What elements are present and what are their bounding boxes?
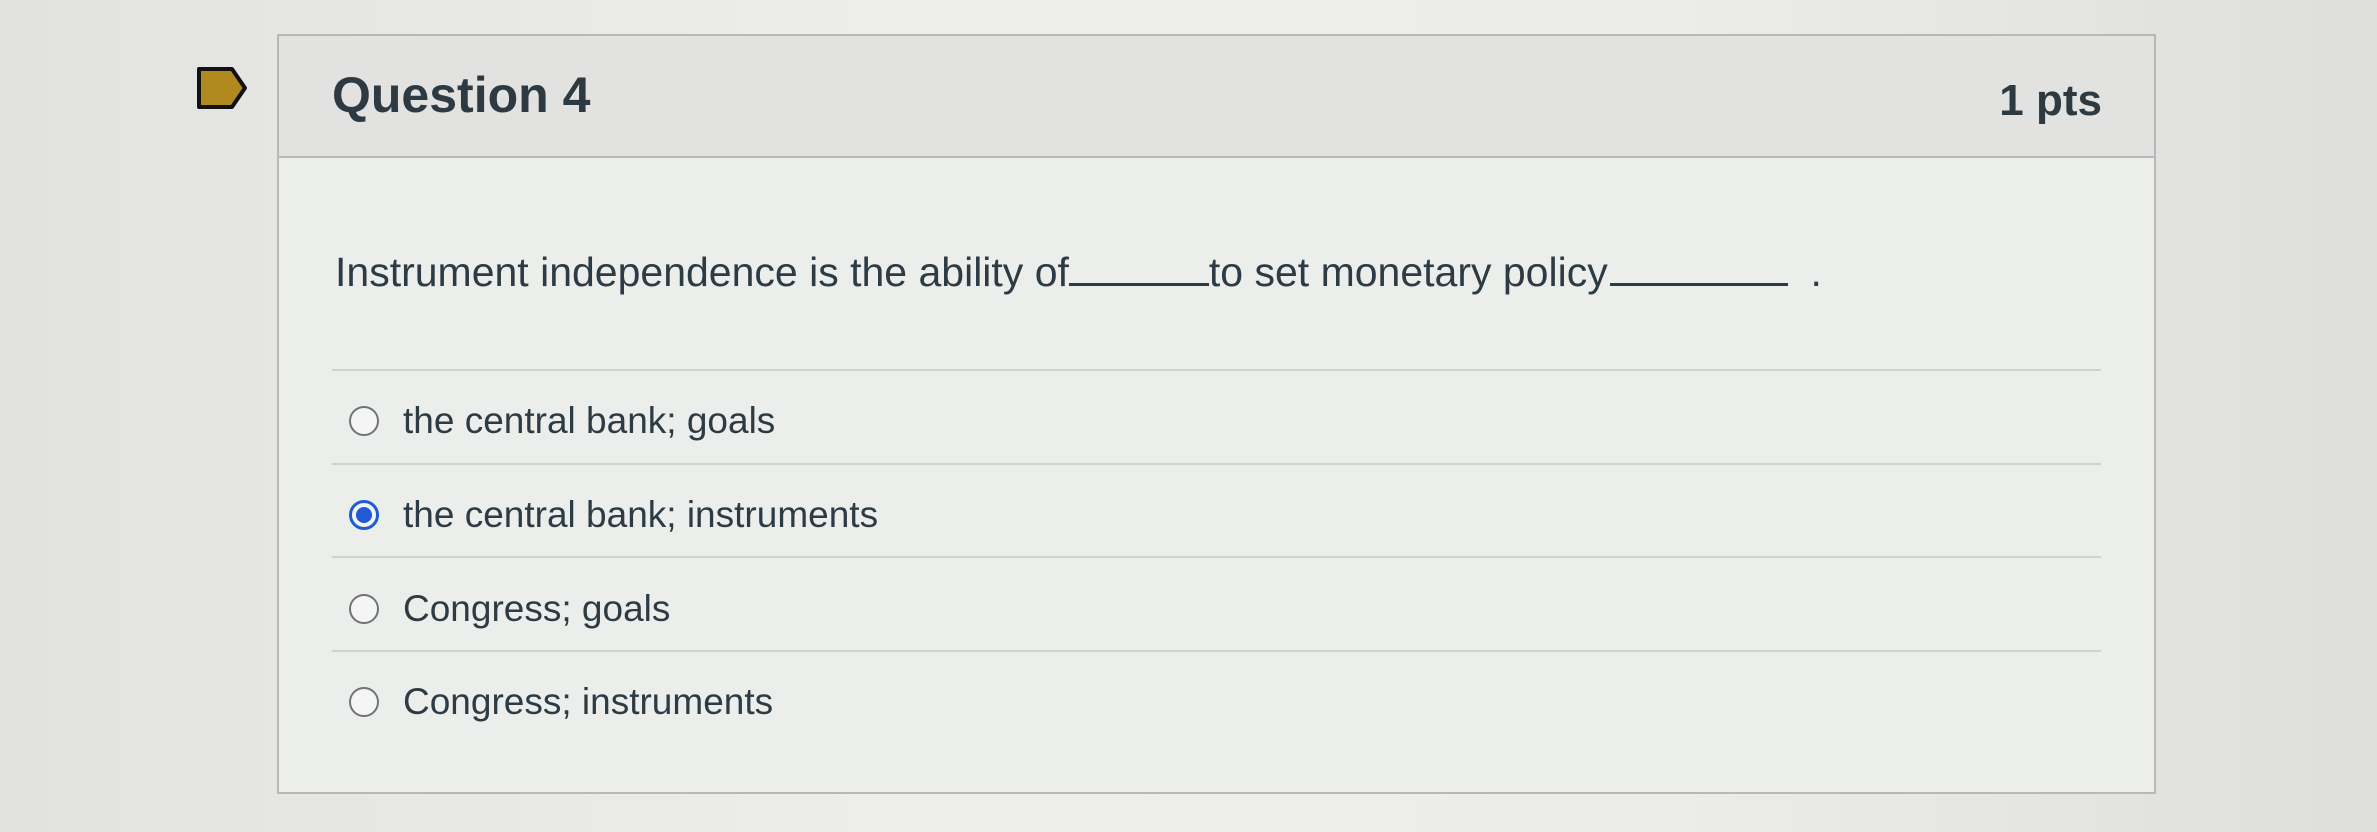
answer-option[interactable]: the central bank; goals (349, 391, 775, 451)
question-card: Question 4 1 pts Instrument independence… (277, 34, 2156, 794)
answer-label: Congress; instruments (403, 681, 774, 722)
answer-label: the central bank; instruments (403, 494, 879, 535)
answer-option[interactable]: Congress; instruments (349, 672, 773, 732)
question-text-part1: Instrument independence is the ability o… (335, 249, 1069, 295)
radio-button-selected[interactable] (349, 500, 379, 530)
question-text-end: . (1810, 249, 1822, 295)
answer-option-selected[interactable]: the central bank; instruments (349, 485, 878, 545)
question-text: Instrument independence is the ability o… (335, 249, 1822, 296)
blank-1 (1068, 277, 1209, 286)
blank-2 (1609, 277, 1788, 286)
answer-label: the central bank; goals (403, 400, 776, 441)
answer-divider (332, 556, 2101, 558)
answer-option[interactable]: Congress; goals (349, 579, 670, 639)
radio-button[interactable] (349, 406, 379, 436)
answer-divider (332, 650, 2101, 652)
question-points: 1 pts (1999, 76, 2102, 125)
question-divider (332, 369, 2101, 371)
radio-button[interactable] (349, 594, 379, 624)
question-text-part2: to set monetary policy (1208, 249, 1608, 295)
flag-question-icon[interactable] (196, 66, 248, 110)
question-header: Question 4 1 pts (279, 36, 2154, 158)
answer-divider (332, 463, 2101, 465)
radio-button[interactable] (349, 687, 379, 717)
question-title: Question 4 (332, 67, 591, 123)
answer-label: Congress; goals (403, 588, 671, 629)
